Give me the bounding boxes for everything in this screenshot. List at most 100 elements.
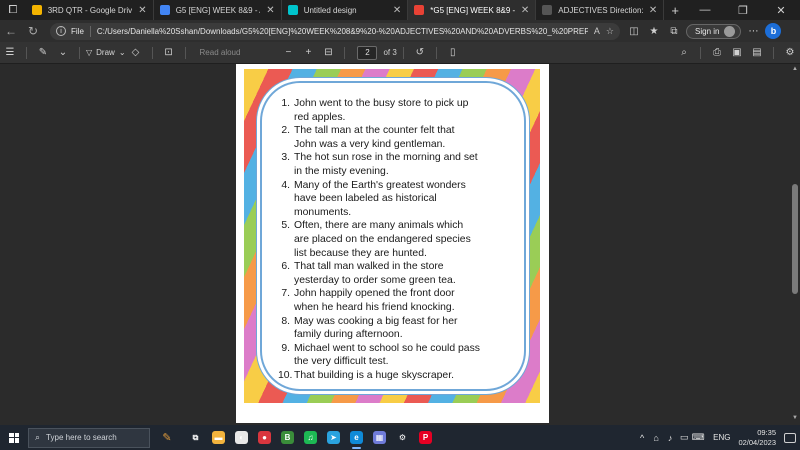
network-icon[interactable]: ⌂: [649, 433, 663, 443]
sentence-line: 3. The hot sun rose in the morning and se…: [278, 151, 518, 165]
maximize-button[interactable]: ❐: [724, 0, 762, 20]
pdf-icon: [414, 5, 425, 15]
scrollbar-thumb[interactable]: [792, 184, 798, 294]
sentence-line: 5. Often, there are many animals which: [278, 219, 518, 233]
zoom-out-icon[interactable]: −: [278, 43, 298, 63]
read-aloud-button[interactable]: Read aloud: [200, 48, 241, 57]
search-icon: ⌕: [35, 432, 41, 442]
scroll-down-icon[interactable]: ▼: [791, 415, 799, 423]
new-tab-button[interactable]: +: [664, 3, 686, 18]
tab-adjectives-direction[interactable]: ADJECTIVES Direction: Encircl ✕: [536, 0, 665, 20]
language-indicator[interactable]: ENG: [713, 433, 730, 442]
taskbar-search[interactable]: ⌕ Type here to search: [28, 427, 150, 448]
taskbar-app-app-green[interactable]: B: [276, 425, 299, 450]
sentence-line: list because they are hunted.: [278, 247, 518, 261]
close-tab-icon[interactable]: ✕: [521, 5, 529, 16]
sentence-number: [278, 138, 294, 152]
tab-actions-icon[interactable]: ⧠: [0, 0, 26, 20]
clock[interactable]: 09:35 02/04/2023: [738, 428, 776, 448]
favorites-icon[interactable]: ★: [646, 23, 662, 39]
sentence-text: John went to the busy store to pick up: [294, 98, 469, 109]
save-as-icon[interactable]: ▤: [747, 43, 767, 63]
contents-icon[interactable]: ☰: [0, 43, 20, 63]
divider: [89, 25, 91, 37]
windows-icon: [9, 432, 19, 443]
add-text-icon[interactable]: ⊡: [159, 43, 179, 63]
scroll-up-icon[interactable]: ▲: [791, 66, 799, 74]
pdf-viewer[interactable]: 1. John went to the busy store to pick up…: [0, 64, 800, 425]
draw-button[interactable]: ▽ Draw ⌄: [86, 48, 126, 57]
canva-icon: [287, 5, 298, 15]
fit-page-icon[interactable]: ⊟: [318, 43, 338, 63]
browser-toolbar-right: ◫ ★ ⧉ Sign in ⋯ b: [626, 23, 782, 39]
search-highlight-icon[interactable]: ✎: [150, 428, 184, 448]
print-icon[interactable]: ⎙: [707, 43, 727, 63]
chevron-down-icon[interactable]: ⌄: [53, 43, 73, 63]
sentence-number: [278, 274, 294, 288]
url-field[interactable]: i File C:/Users/Daniella%20Sshan/Downloa…: [50, 22, 620, 40]
taskbar-app-spotify[interactable]: ♫: [299, 425, 322, 450]
back-button[interactable]: ←: [0, 20, 22, 42]
start-button[interactable]: [0, 425, 28, 450]
collections-icon[interactable]: ⧉: [666, 23, 682, 39]
search-placeholder: Type here to search: [46, 433, 117, 442]
tab-docs-adjectives[interactable]: G5 [ENG] WEEK 8&9 - ADJECT ✕: [154, 0, 282, 20]
taskbar-apps: ⧉ ▬ ◐ ● B ♫ ➤ e ▦ ⚙ P: [184, 425, 437, 450]
refresh-button[interactable]: ↻: [22, 20, 44, 42]
zoom-in-icon[interactable]: +: [298, 43, 318, 63]
settings-icon[interactable]: ⚙: [780, 43, 800, 63]
battery-icon[interactable]: ▭: [677, 432, 691, 443]
sentence-number: 3.: [281, 152, 290, 164]
taskbar-app-pinterest[interactable]: P: [414, 425, 437, 450]
taskbar-app-file-explorer[interactable]: ▬: [207, 425, 230, 450]
highlight-icon[interactable]: ✎: [33, 43, 53, 63]
close-tab-icon[interactable]: ✕: [393, 5, 401, 16]
sentence-line: when he heard his friend knocking.: [278, 301, 518, 315]
tab-google-drive[interactable]: 3RD QTR - Google Drive ✕: [26, 0, 154, 20]
info-icon[interactable]: i: [56, 26, 66, 36]
scrollbar[interactable]: ▲ ▼: [790, 64, 800, 425]
favorite-star-icon[interactable]: ☆: [606, 26, 614, 37]
divider: [700, 46, 701, 59]
sentence-text: in the misty evening.: [294, 165, 389, 177]
page-number-input[interactable]: 2: [357, 45, 378, 60]
close-tab-icon[interactable]: ✕: [266, 5, 274, 16]
close-tab-icon[interactable]: ✕: [649, 5, 657, 16]
close-tab-icon[interactable]: ✕: [138, 5, 146, 16]
close-window-button[interactable]: ✕: [762, 0, 800, 20]
keyboard-icon[interactable]: ⌨: [691, 432, 705, 443]
page-view-icon[interactable]: ▯: [443, 43, 463, 63]
split-screen-icon[interactable]: ◫: [626, 23, 642, 39]
search-icon[interactable]: ⌕: [674, 43, 694, 63]
sentence-number: [278, 301, 294, 315]
rotate-icon[interactable]: ↺: [410, 43, 430, 63]
sign-in-button[interactable]: Sign in: [686, 23, 742, 39]
minimize-button[interactable]: —: [686, 0, 724, 20]
tab-title: 3RD QTR - Google Drive: [47, 5, 133, 15]
sentence-text: That tall man walked in the store: [294, 261, 444, 273]
sentence-number: [278, 328, 294, 342]
tab-title: *G5 [ENG] WEEK 8&9 - ADJEC: [430, 5, 515, 15]
settings-icon: ⚙: [396, 431, 409, 444]
sentence-text: are placed on the endangered species: [294, 233, 471, 245]
taskbar-app-telegram[interactable]: ➤: [322, 425, 345, 450]
volume-icon[interactable]: ♪: [663, 433, 677, 443]
bing-copilot-icon[interactable]: b: [765, 23, 782, 39]
save-icon[interactable]: ▣: [727, 43, 747, 63]
tab-canva[interactable]: Untitled design ✕: [282, 0, 409, 20]
taskbar-app-settings[interactable]: ⚙: [391, 425, 414, 450]
erase-icon[interactable]: ◇: [126, 43, 146, 63]
taskbar-app-paint[interactable]: ◐: [230, 425, 253, 450]
sentence-number: 7.: [281, 288, 290, 300]
taskbar-app-task-view[interactable]: ⧉: [184, 425, 207, 450]
taskbar-app-app-grid[interactable]: ▦: [368, 425, 391, 450]
read-mode-icon[interactable]: A: [594, 26, 600, 36]
tab-pdf-active[interactable]: *G5 [ENG] WEEK 8&9 - ADJEC ✕: [408, 0, 537, 20]
notifications-icon[interactable]: [784, 432, 796, 443]
sentence-line: are placed on the endangered species: [278, 233, 518, 247]
taskbar-app-app-red[interactable]: ●: [253, 425, 276, 450]
taskbar-app-edge[interactable]: e: [345, 425, 368, 450]
more-menu-icon[interactable]: ⋯: [745, 23, 761, 39]
chevron-up-icon[interactable]: ^: [635, 433, 649, 443]
sentence-line: have been labeled as historical: [278, 192, 518, 206]
